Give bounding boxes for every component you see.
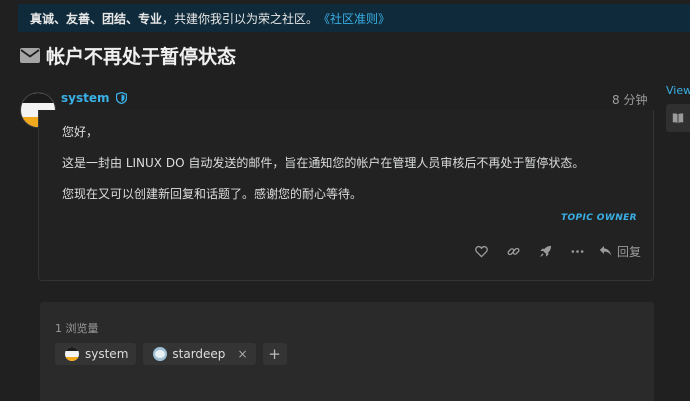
like-icon bbox=[474, 245, 488, 258]
post-author: system bbox=[61, 91, 127, 105]
remove-participant-button[interactable]: × bbox=[237, 347, 247, 361]
post-date[interactable]: 8 分钟 bbox=[612, 91, 647, 108]
more-icon bbox=[571, 249, 583, 253]
view-count: 1 浏览量 bbox=[55, 322, 99, 335]
envelope-icon bbox=[20, 47, 40, 63]
post-paragraph: 您现在又可以创建新回复和话题了。感谢您的耐心等待。 bbox=[62, 187, 363, 201]
post-actions: 回复 bbox=[471, 241, 641, 261]
page-title: 帐户不再处于暂停状态 bbox=[46, 45, 237, 68]
avatar bbox=[65, 347, 79, 361]
sidebar-view-link[interactable]: View bbox=[666, 84, 690, 97]
topic-owner-badge: TOPIC OWNER bbox=[560, 213, 637, 223]
avatar bbox=[153, 347, 168, 361]
participant-chip-system[interactable]: system bbox=[55, 343, 137, 365]
rocket-icon bbox=[539, 245, 551, 257]
add-participant-button[interactable]: + bbox=[262, 343, 287, 365]
reply-label: 回复 bbox=[617, 244, 642, 259]
participants-list: system stardeep × + bbox=[55, 343, 294, 365]
participant-name: stardeep bbox=[172, 347, 226, 361]
link-icon bbox=[507, 247, 519, 255]
copy-link-button[interactable] bbox=[503, 241, 523, 261]
post-body: 您好， 这是一封由 LINUX DO 自动发送的邮件，旨在通知您的帐户在管理人员… bbox=[62, 124, 584, 217]
participant-name: system bbox=[85, 347, 129, 361]
announcement-banner: 真诚、友善、团结、专业 ，共建你我引以为荣之社区。 《社区准则》 bbox=[18, 4, 690, 32]
username-link[interactable]: system bbox=[61, 91, 110, 105]
boost-button[interactable] bbox=[535, 241, 555, 261]
banner-bold-text: 真诚、友善、团结、专业 bbox=[30, 11, 163, 26]
topic-header: 帐户不再处于暂停状态 bbox=[20, 40, 236, 70]
banner-text: ，共建你我引以为荣之社区。 bbox=[162, 11, 319, 26]
topic-map: 1 浏览量 system stardeep × + bbox=[40, 302, 654, 401]
post-content: 您好， 这是一封由 LINUX DO 自动发送的邮件，旨在通知您的帐户在管理人员… bbox=[38, 110, 654, 281]
shield-icon bbox=[115, 92, 127, 104]
reply-icon bbox=[599, 246, 612, 256]
like-button[interactable] bbox=[471, 241, 491, 261]
more-actions-button[interactable] bbox=[567, 241, 587, 261]
sidebar-toggle-button[interactable] bbox=[666, 104, 690, 132]
post-paragraph: 这是一封由 LINUX DO 自动发送的邮件，旨在通知您的帐户在管理人员审核后不… bbox=[62, 156, 585, 170]
post-paragraph: 您好， bbox=[62, 125, 99, 139]
book-icon bbox=[672, 113, 684, 124]
community-guidelines-link[interactable]: 《社区准则》 bbox=[318, 10, 390, 27]
reply-button[interactable]: 回复 bbox=[599, 243, 641, 260]
participant-chip-stardeep[interactable]: stardeep × bbox=[143, 343, 256, 365]
